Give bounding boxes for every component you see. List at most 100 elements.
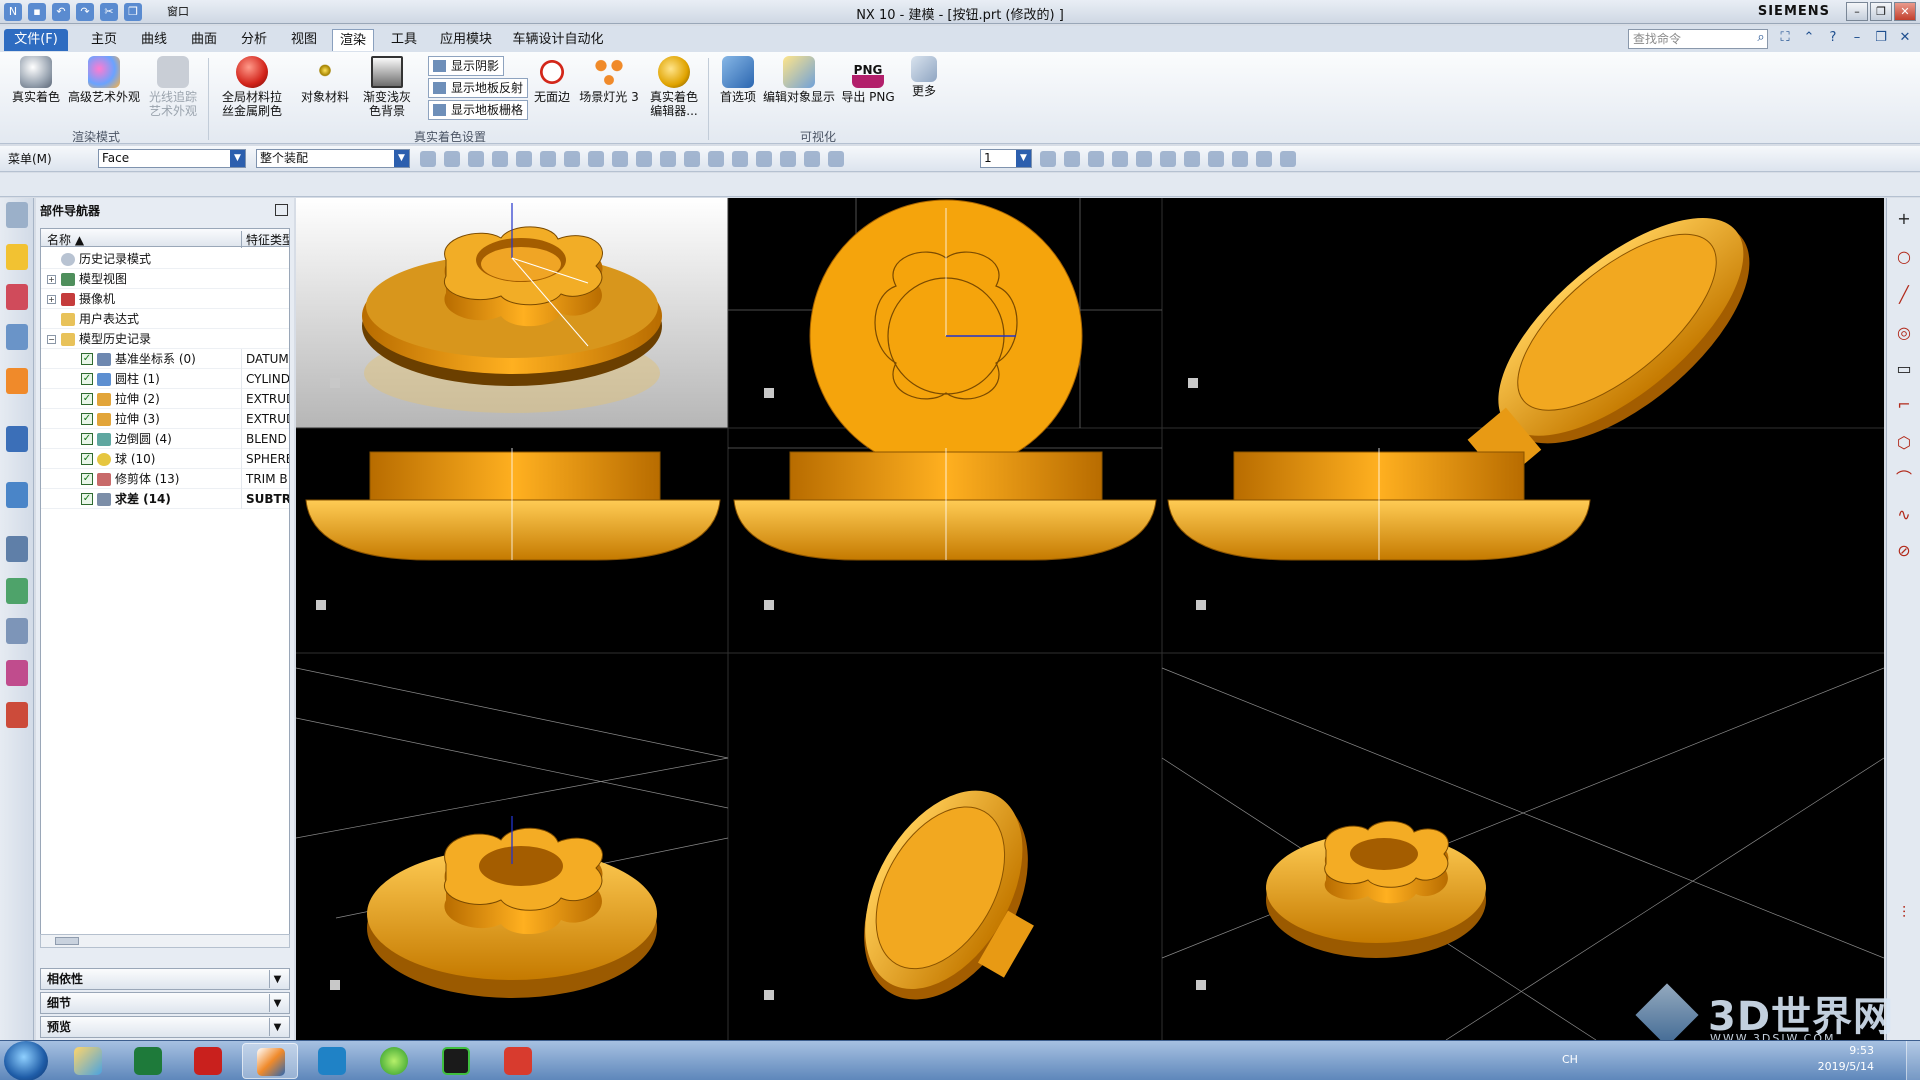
visibility-checkbox[interactable]: ✓: [81, 433, 93, 445]
expand-icon[interactable]: +: [47, 295, 56, 304]
part-navigator-icon[interactable]: [6, 324, 28, 350]
system-materials-icon[interactable]: [6, 578, 28, 604]
isometric-top-view[interactable]: [367, 816, 657, 998]
type-filter-select[interactable]: Face ▼: [98, 149, 246, 168]
history-icon[interactable]: [6, 536, 28, 562]
taskbar-app-excel[interactable]: [120, 1043, 176, 1079]
assembly-navigator-icon[interactable]: [6, 244, 28, 270]
close-icon[interactable]: ✕: [1894, 2, 1916, 21]
tab-home[interactable]: 主页: [84, 29, 124, 51]
object-material-button[interactable]: 对象材料: [298, 56, 352, 104]
plus-icon[interactable]: +: [1895, 210, 1913, 228]
tree-row[interactable]: − 模型历史记录: [41, 329, 289, 349]
feature-row[interactable]: ✓ 拉伸 (3) EXTRUD: [41, 409, 289, 429]
show-floor-reflection-checkbox[interactable]: 显示地板反射: [428, 78, 529, 98]
left-view[interactable]: [1167, 448, 1591, 561]
taskbar-app-nx[interactable]: [242, 1043, 298, 1079]
feature-row[interactable]: ✓ 圆柱 (1) CYLIND: [41, 369, 289, 389]
preferences-button[interactable]: 首选项: [716, 56, 760, 104]
polygon-icon[interactable]: ⬡: [1895, 434, 1913, 452]
horizontal-scrollbar[interactable]: [40, 934, 290, 948]
section-icon[interactable]: [1208, 151, 1224, 167]
ruler-icon[interactable]: [1280, 151, 1296, 167]
tree-row[interactable]: + 摄像机: [41, 289, 289, 309]
export-png-button[interactable]: PNG 导出 PNG: [840, 56, 896, 104]
visibility-checkbox[interactable]: ✓: [81, 413, 93, 425]
circle-icon[interactable]: ◎: [1895, 324, 1913, 342]
circle-icon[interactable]: [732, 151, 748, 167]
feature-row[interactable]: ✓ 修剪体 (13) TRIM B: [41, 469, 289, 489]
visibility-checkbox[interactable]: ✓: [81, 373, 93, 385]
doc-minimize-icon[interactable]: –: [1848, 30, 1866, 48]
curve-icon[interactable]: [684, 151, 700, 167]
cube-icon[interactable]: [612, 151, 628, 167]
shaded-icon[interactable]: [588, 151, 604, 167]
minimize-icon[interactable]: –: [1846, 2, 1868, 21]
select-all-icon[interactable]: [444, 151, 460, 167]
visibility-checkbox[interactable]: ✓: [81, 393, 93, 405]
datum-icon[interactable]: [1256, 151, 1272, 167]
fit-icon[interactable]: [1040, 151, 1056, 167]
col-name[interactable]: 名称 ▲: [47, 231, 84, 248]
tab-vehicle-design[interactable]: 车辆设计自动化: [508, 29, 608, 51]
gradient-background-button[interactable]: 渐变浅灰 色背景: [358, 56, 416, 118]
menu-button[interactable]: 菜单(M): [8, 150, 52, 167]
tab-curve[interactable]: 曲线: [134, 29, 174, 51]
right-view[interactable]: [733, 448, 1157, 561]
doc-restore-icon[interactable]: ❐: [1872, 30, 1890, 48]
rectangle-icon[interactable]: ▭: [1895, 360, 1913, 378]
tab-tools[interactable]: 工具: [384, 29, 424, 51]
taskbar-app-tool[interactable]: [428, 1043, 484, 1079]
advanced-studio-button[interactable]: 高级艺术外观: [66, 56, 142, 104]
preview-panel[interactable]: 预览 ▼: [40, 1016, 290, 1038]
feature-row[interactable]: ✓ 拉伸 (2) EXTRUD: [41, 389, 289, 409]
wcs-icon[interactable]: [1232, 151, 1248, 167]
no-edges-button[interactable]: 无面边: [532, 56, 572, 104]
scroll-thumb[interactable]: [55, 937, 79, 945]
snap-end-icon[interactable]: [492, 151, 508, 167]
arc-icon[interactable]: [708, 151, 724, 167]
more-button[interactable]: 更多: [904, 56, 944, 98]
roles-icon[interactable]: [6, 660, 28, 686]
command-finder-input[interactable]: 查找命令: [1628, 29, 1768, 49]
hd3d-icon[interactable]: [6, 426, 28, 452]
input-language[interactable]: CH: [1562, 1053, 1578, 1066]
search-icon[interactable]: ⌕: [1752, 30, 1770, 48]
settings-gear-icon[interactable]: [6, 202, 28, 228]
taskbar-app-browser[interactable]: [366, 1043, 422, 1079]
details-panel[interactable]: 细节 ▼: [40, 992, 290, 1014]
fillet-icon[interactable]: ⌐: [1895, 396, 1913, 414]
dependencies-panel[interactable]: 相依性 ▼: [40, 968, 290, 990]
color-icon[interactable]: [1184, 151, 1200, 167]
visibility-checkbox[interactable]: ✓: [81, 473, 93, 485]
true-shading-button[interactable]: 真实着色: [10, 56, 62, 104]
tab-surface[interactable]: 曲面: [184, 29, 224, 51]
pan-icon[interactable]: [1112, 151, 1128, 167]
show-floor-grid-checkbox[interactable]: 显示地板栅格: [428, 100, 529, 120]
maximize-icon[interactable]: [275, 204, 288, 216]
visibility-checkbox[interactable]: ✓: [81, 353, 93, 365]
feature-row[interactable]: ✓ 基准坐标系 (0) DATUM: [41, 349, 289, 369]
system-scenes-icon[interactable]: [6, 702, 28, 728]
studio-shaded-view[interactable]: [296, 198, 728, 428]
line-icon[interactable]: [660, 151, 676, 167]
ray-traced-studio-button[interactable]: 光线追踪 艺术外观: [146, 56, 200, 118]
clock[interactable]: 9:53 2019/5/14: [1818, 1043, 1874, 1075]
constraint-navigator-icon[interactable]: [6, 284, 28, 310]
snap-mid-icon[interactable]: [516, 151, 532, 167]
tab-render[interactable]: 渲染: [332, 29, 374, 51]
col-feature-type[interactable]: 特征类型: [241, 231, 289, 248]
rotate-icon[interactable]: [1088, 151, 1104, 167]
face-icon[interactable]: [804, 151, 820, 167]
move-icon[interactable]: [636, 151, 652, 167]
web-browser-icon[interactable]: [6, 482, 28, 508]
taskbar-app-explorer[interactable]: [304, 1043, 360, 1079]
ellipse-icon[interactable]: ⊘: [1895, 542, 1913, 560]
process-studio-icon[interactable]: [6, 618, 28, 644]
snap-point-icon[interactable]: [468, 151, 484, 167]
visibility-checkbox[interactable]: ✓: [81, 453, 93, 465]
feature-row[interactable]: ✓ 球 (10) SPHERE: [41, 449, 289, 469]
spline-icon[interactable]: ∿: [1895, 506, 1913, 524]
work-layer-select[interactable]: 1 ▼: [980, 149, 1032, 168]
taskbar-app-reader[interactable]: [490, 1043, 546, 1079]
